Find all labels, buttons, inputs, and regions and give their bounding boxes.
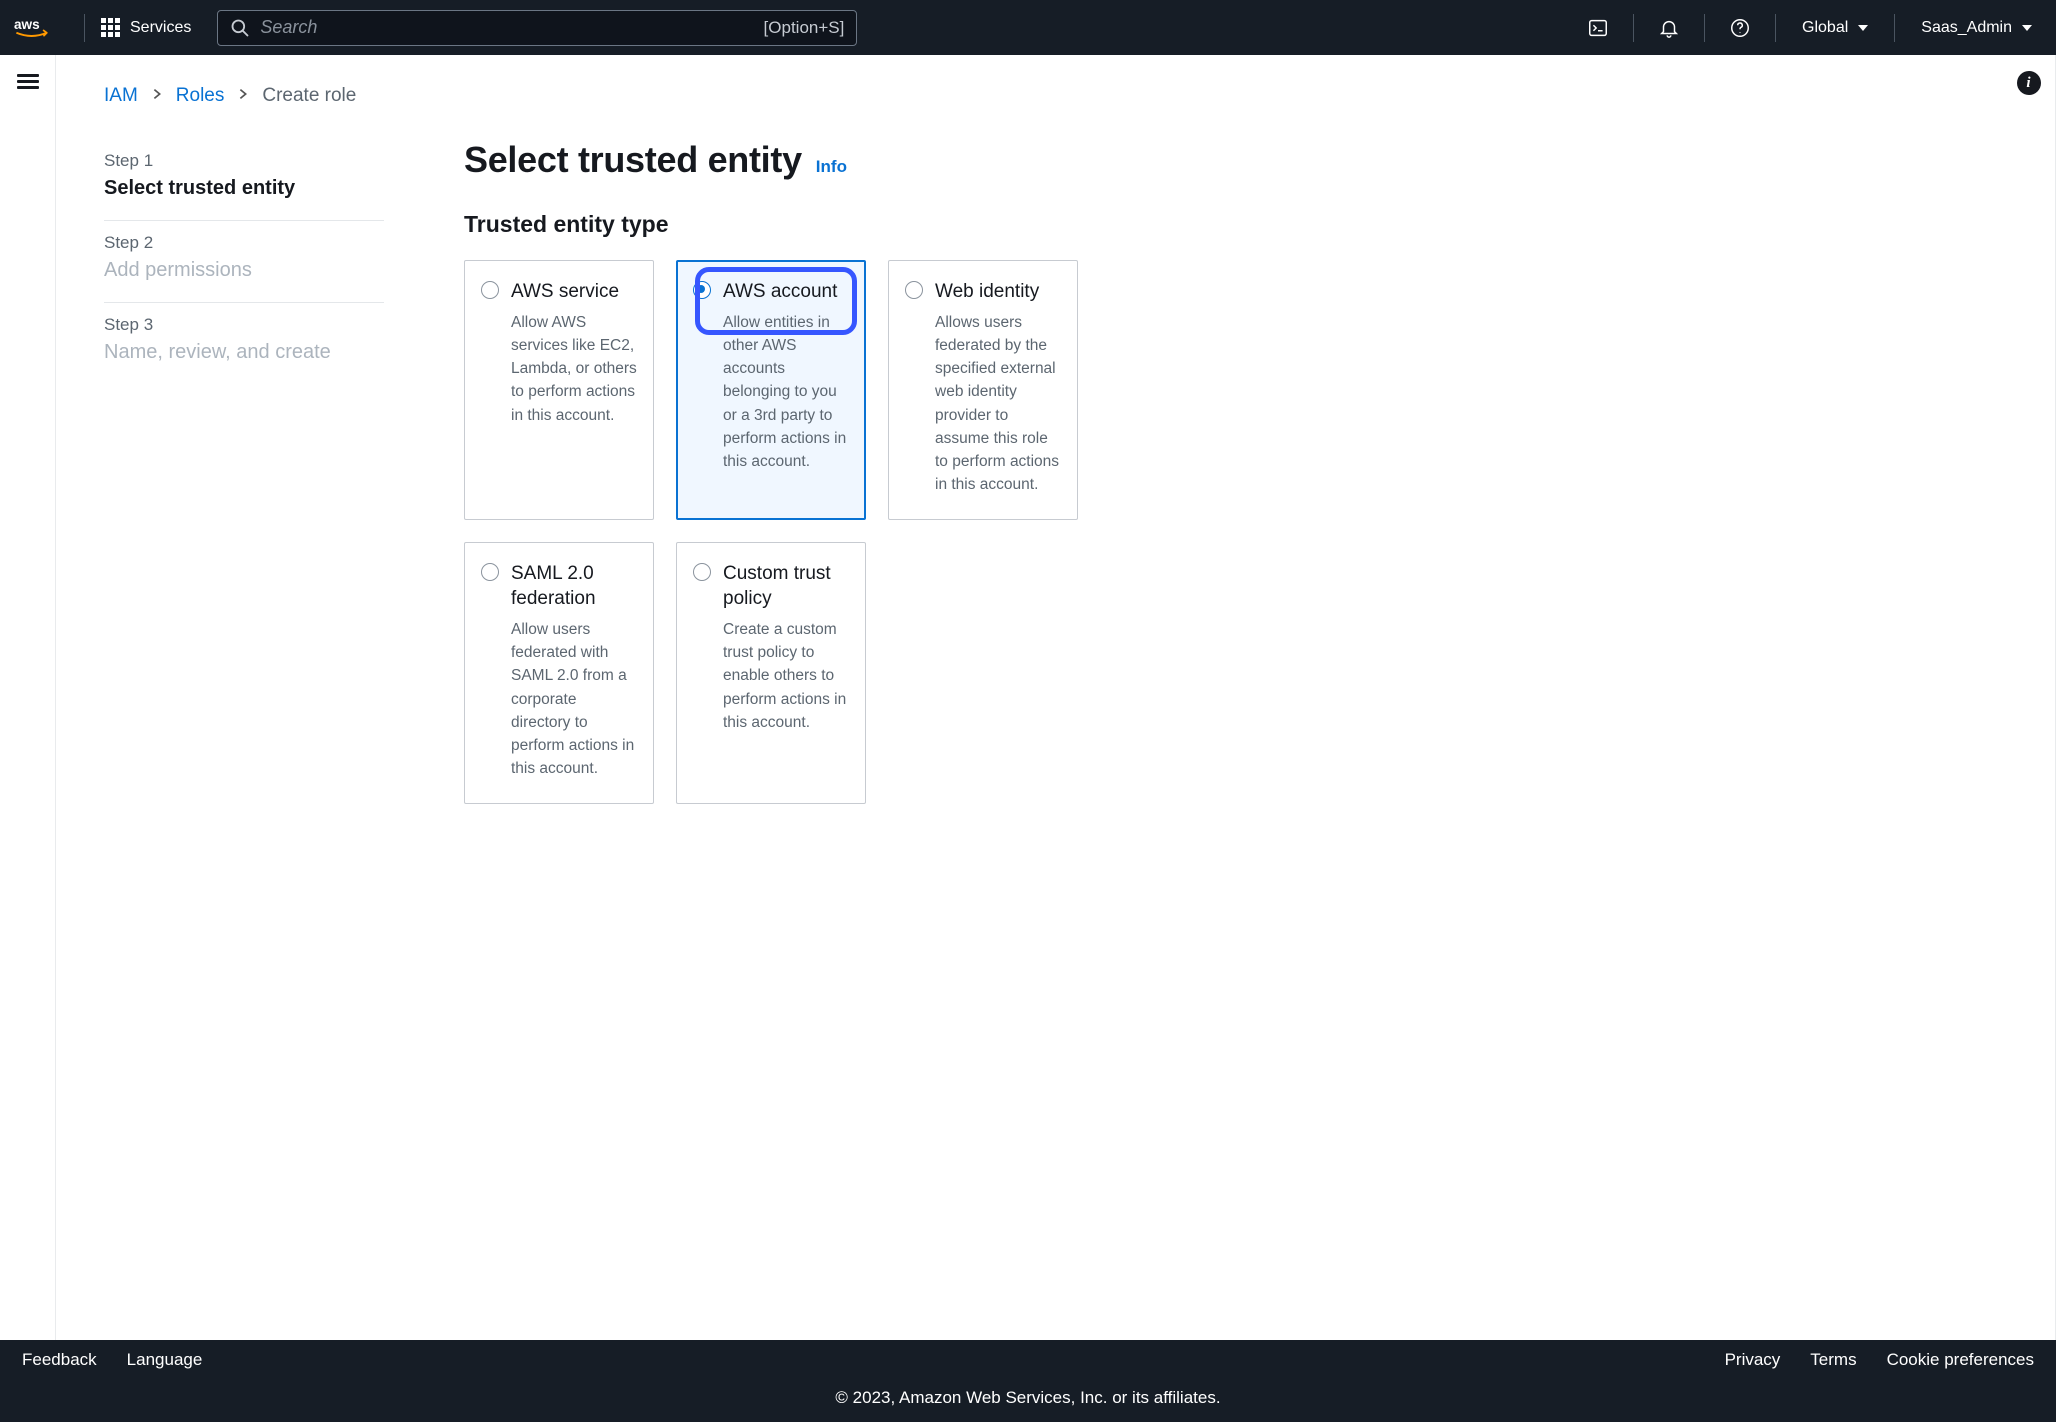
cloudshell-button[interactable] <box>1579 17 1617 39</box>
section-heading: Trusted entity type <box>464 211 2007 238</box>
wizard-step-2[interactable]: Step 2 Add permissions <box>104 221 384 303</box>
step-title: Add permissions <box>104 259 384 282</box>
services-label: Services <box>130 19 191 37</box>
aws-logo[interactable]: aws <box>14 16 62 40</box>
main-panel: Select trusted entity Info Trusted entit… <box>464 139 2007 804</box>
step-label: Step 1 <box>104 151 384 171</box>
wizard-step-1[interactable]: Step 1 Select trusted entity <box>104 139 384 221</box>
caret-down-icon <box>1858 25 1868 31</box>
help-button[interactable] <box>1721 17 1759 39</box>
tile-title: Web identity <box>935 279 1061 305</box>
radio-icon <box>693 563 711 581</box>
tile-custom-trust[interactable]: Custom trust policy Create a custom trus… <box>676 542 866 804</box>
svg-text:aws: aws <box>14 16 40 31</box>
tile-aws-account[interactable]: AWS account Allow entities in other AWS … <box>676 260 866 520</box>
footer: Feedback Language Privacy Terms Cookie p… <box>0 1340 2056 1422</box>
page-title-row: Select trusted entity Info <box>464 139 2007 181</box>
tile-aws-service[interactable]: AWS service Allow AWS services like EC2,… <box>464 260 654 520</box>
step-label: Step 3 <box>104 315 384 335</box>
tile-title: Custom trust policy <box>723 561 849 612</box>
nav-divider <box>1894 14 1895 42</box>
bell-icon <box>1658 17 1680 39</box>
footer-terms[interactable]: Terms <box>1810 1350 1856 1370</box>
radio-icon <box>481 563 499 581</box>
tile-desc: Allows users federated by the specified … <box>935 311 1061 497</box>
tile-saml-federation[interactable]: SAML 2.0 federation Allow users federate… <box>464 542 654 804</box>
notifications-button[interactable] <box>1650 17 1688 39</box>
chevron-right-icon <box>150 85 164 107</box>
tile-title: SAML 2.0 federation <box>511 561 637 612</box>
step-title: Name, review, and create <box>104 341 384 364</box>
page-title: Select trusted entity <box>464 139 802 181</box>
region-selector[interactable]: Global <box>1792 19 1878 37</box>
services-button[interactable]: Services <box>101 18 191 37</box>
tile-desc: Allow entities in other AWS accounts bel… <box>723 311 849 474</box>
footer-feedback[interactable]: Feedback <box>22 1350 97 1370</box>
radio-icon <box>481 281 499 299</box>
nav-divider <box>84 14 85 42</box>
breadcrumb: IAM Roles Create role <box>104 85 2007 107</box>
search-shortcut: [Option+S] <box>764 18 845 38</box>
app-body: IAM Roles Create role Step 1 Select trus… <box>0 55 2056 1340</box>
nav-divider <box>1633 14 1634 42</box>
info-panel-toggle[interactable]: i <box>2017 71 2041 95</box>
entity-type-tiles: AWS service Allow AWS services like EC2,… <box>464 260 2007 804</box>
footer-copyright: © 2023, Amazon Web Services, Inc. or its… <box>0 1380 2056 1422</box>
wizard-step-3[interactable]: Step 3 Name, review, and create <box>104 303 384 384</box>
nav-divider <box>1775 14 1776 42</box>
footer-cookies[interactable]: Cookie preferences <box>1887 1350 2034 1370</box>
tile-desc: Allow AWS services like EC2, Lambda, or … <box>511 311 637 427</box>
help-icon <box>1729 17 1751 39</box>
footer-privacy[interactable]: Privacy <box>1725 1350 1781 1370</box>
footer-language[interactable]: Language <box>127 1350 203 1370</box>
breadcrumb-iam[interactable]: IAM <box>104 85 138 107</box>
radio-icon <box>905 281 923 299</box>
right-rail: i <box>2001 55 2056 95</box>
step-label: Step 2 <box>104 233 384 253</box>
services-grid-icon <box>101 18 120 37</box>
search-box[interactable]: [Option+S] <box>217 10 857 46</box>
sidebar-toggle[interactable] <box>17 71 39 92</box>
search-input[interactable] <box>250 17 763 38</box>
nav-divider <box>1704 14 1705 42</box>
tile-title: AWS service <box>511 279 637 305</box>
breadcrumb-roles[interactable]: Roles <box>176 85 225 107</box>
breadcrumb-current: Create role <box>262 85 356 107</box>
top-nav: aws Services [Option+S] <box>0 0 2056 55</box>
search-icon <box>230 18 250 38</box>
tile-web-identity[interactable]: Web identity Allows users federated by t… <box>888 260 1078 520</box>
wizard-steps: Step 1 Select trusted entity Step 2 Add … <box>104 139 384 804</box>
step-title: Select trusted entity <box>104 177 384 200</box>
caret-down-icon <box>2022 25 2032 31</box>
chevron-right-icon <box>236 85 250 107</box>
tile-desc: Allow users federated with SAML 2.0 from… <box>511 618 637 781</box>
info-link[interactable]: Info <box>816 157 847 177</box>
user-menu[interactable]: Saas_Admin <box>1911 19 2042 37</box>
region-label: Global <box>1802 19 1848 37</box>
radio-icon <box>693 281 711 299</box>
tile-title: AWS account <box>723 279 849 305</box>
left-rail <box>0 55 55 1340</box>
cloudshell-icon <box>1587 17 1609 39</box>
user-label: Saas_Admin <box>1921 19 2012 37</box>
tile-desc: Create a custom trust policy to enable o… <box>723 618 849 734</box>
content-scroll[interactable]: IAM Roles Create role Step 1 Select trus… <box>55 55 2056 1340</box>
